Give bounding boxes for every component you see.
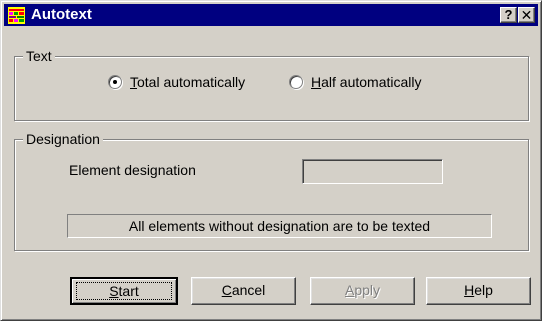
window-title: Autotext xyxy=(31,6,92,23)
title-bar[interactable]: Autotext ? ✕ xyxy=(4,4,538,26)
autotext-dialog: Autotext ? ✕ Text Total automatically Ha… xyxy=(0,0,542,321)
radio-total-label: Total automatically xyxy=(130,74,246,90)
radio-total-automatically[interactable]: Total automatically xyxy=(108,74,245,90)
cancel-button[interactable]: Cancel xyxy=(191,277,296,305)
text-group-label: Text xyxy=(23,48,55,64)
help-button[interactable]: Help xyxy=(426,277,531,305)
radio-half-label: Half automatically xyxy=(311,74,422,90)
close-icon: ✕ xyxy=(520,7,533,23)
autotext-app-icon[interactable] xyxy=(8,7,25,24)
title-help-button[interactable]: ? xyxy=(500,7,517,23)
title-close-button[interactable]: ✕ xyxy=(518,7,535,23)
radio-checked-icon xyxy=(108,75,122,89)
element-designation-label: Element designation xyxy=(69,162,196,178)
apply-button[interactable]: Apply xyxy=(310,277,415,305)
radio-half-automatically[interactable]: Half automatically xyxy=(289,74,422,90)
radio-unchecked-icon xyxy=(289,75,303,89)
text-groupbox: Text xyxy=(14,48,529,121)
designation-info-text: All elements without designation are to … xyxy=(67,214,492,238)
start-button[interactable]: Start xyxy=(70,277,178,305)
start-button-focus: Start xyxy=(76,282,172,300)
element-designation-field[interactable] xyxy=(302,159,443,184)
designation-group-label: Designation xyxy=(23,131,103,147)
